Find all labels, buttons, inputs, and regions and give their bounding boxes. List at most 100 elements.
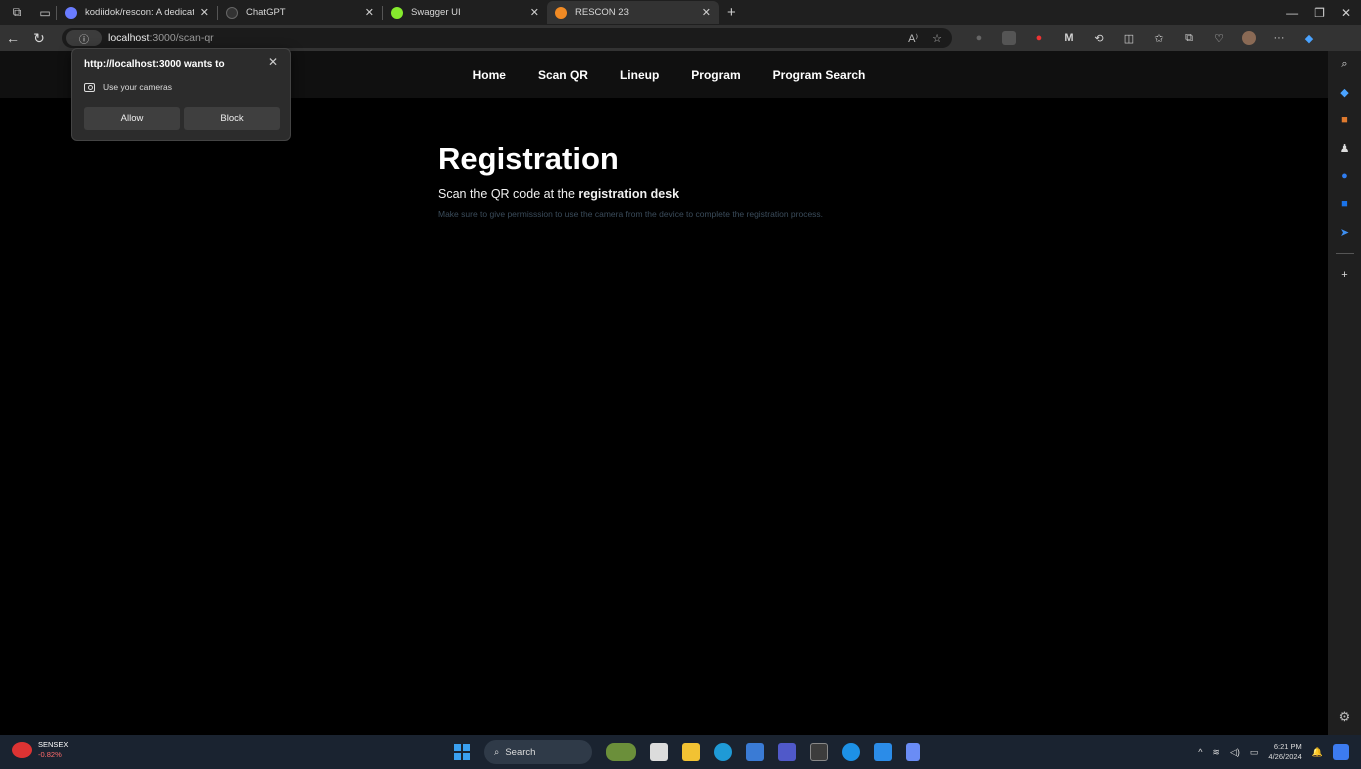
profile-avatar[interactable] [1242, 31, 1256, 45]
block-button[interactable]: Block [184, 107, 280, 130]
chevron-up-icon[interactable]: ^ [1198, 747, 1202, 757]
camera-permission-dialog: http://localhost:3000 wants to ✕ Use you… [71, 48, 291, 141]
close-window-icon[interactable]: ✕ [1341, 6, 1351, 20]
sidebar-divider [1335, 253, 1354, 254]
nav-scan-qr[interactable]: Scan QR [538, 68, 588, 82]
address-bar[interactable]: ⓘ localhost:3000/scan-qr A⁾ ☆ [62, 28, 952, 48]
system-tray: ^ ≋ ◁) ▭ 6:21 PM 4/26/2024 🔔 [1198, 739, 1349, 765]
close-tab-icon[interactable]: ✕ [702, 6, 711, 19]
close-tab-icon[interactable]: ✕ [200, 6, 209, 19]
close-icon[interactable]: ✕ [268, 55, 278, 69]
vscode-icon[interactable] [874, 743, 892, 761]
extensions-icon[interactable]: ⟲ [1092, 31, 1106, 45]
notepad-icon[interactable] [906, 743, 920, 761]
camera-icon [84, 82, 95, 92]
registration-section: Registration Scan the QR code at the reg… [438, 141, 823, 219]
sidebar-telegram-icon[interactable]: ➤ [1338, 225, 1352, 239]
sidebar-outlook-icon[interactable]: ■ [1338, 197, 1352, 211]
copilot-taskbar-icon[interactable] [1333, 744, 1349, 760]
edge-app-icon[interactable] [714, 743, 732, 761]
nav-home[interactable]: Home [473, 68, 506, 82]
window-controls: — ❐ ✕ [1286, 0, 1357, 25]
url-text[interactable]: localhost:3000/scan-qr [108, 32, 214, 44]
tab-chatgpt[interactable]: ChatGPT ✕ [218, 1, 382, 24]
taskbar-apps: ⌕ Search [454, 739, 920, 765]
battery-icon[interactable]: ▭ [1250, 747, 1259, 758]
wifi-icon[interactable]: ≋ [1212, 747, 1220, 758]
teams-icon[interactable] [778, 743, 796, 761]
clock-date: 4/26/2024 [1268, 752, 1302, 761]
volume-icon[interactable]: ◁) [1230, 747, 1240, 758]
sidebar-microsoft365-icon[interactable]: ● [1338, 169, 1352, 183]
stock-name: SENSEX [38, 740, 69, 749]
extension-icons: ● ● M ⟲ ◫ ✩ ⧉ ♡ ··· ◆ [972, 31, 1316, 45]
tab-title: Swagger UI [411, 7, 461, 18]
split-screen-icon[interactable]: ◫ [1122, 31, 1136, 45]
sidebar-games-icon[interactable]: ♟ [1338, 141, 1352, 155]
swagger-icon [391, 6, 403, 19]
extension-m-icon[interactable]: M [1062, 31, 1076, 45]
new-tab-icon[interactable]: + [727, 4, 736, 21]
sidebar-add-icon[interactable]: + [1338, 268, 1352, 282]
extension-disabled-icon[interactable]: ● [972, 31, 986, 45]
search-label: Search [505, 746, 536, 758]
extension-qr-icon[interactable] [1002, 31, 1016, 45]
tab-rescon[interactable]: RESCON 23 ✕ [547, 1, 719, 24]
permission-title: http://localhost:3000 wants to [84, 59, 225, 70]
stock-alert-icon [12, 742, 32, 758]
taskbar-search[interactable]: ⌕ Search [484, 740, 592, 764]
workspaces-icon[interactable]: ⧉ [6, 2, 28, 24]
close-tab-icon[interactable]: ✕ [365, 6, 374, 19]
edge-sidebar: ⌕ ◆ ■ ♟ ● ■ ➤ + ⚙ [1328, 51, 1361, 735]
tab-swagger[interactable]: Swagger UI ✕ [383, 1, 547, 24]
stock-widget[interactable]: SENSEX -0.82% [12, 740, 68, 760]
sidebar-search-icon[interactable]: ⌕ [1338, 57, 1352, 71]
github-icon [65, 6, 77, 19]
rescon-icon [555, 6, 567, 19]
task-view-icon[interactable] [650, 743, 668, 761]
tab-title: kodiidok/rescon: A dedicated pla [85, 7, 194, 18]
tab-actions-icon[interactable]: ▭ [34, 2, 56, 24]
notification-bell-icon[interactable]: 🔔 [1312, 747, 1323, 758]
collections-icon[interactable]: ⧉ [1182, 31, 1196, 45]
back-icon[interactable]: ← [0, 30, 26, 46]
docker-icon[interactable] [842, 743, 860, 761]
favorites-icon[interactable]: ✩ [1152, 31, 1166, 45]
browser-essentials-icon[interactable]: ♡ [1212, 31, 1226, 45]
file-explorer-icon[interactable] [682, 743, 700, 761]
url-host: localhost [108, 32, 150, 44]
windows-taskbar: SENSEX -0.82% ⌕ Search ^ ≋ ◁) ▭ 6:21 PM … [0, 735, 1361, 769]
refresh-icon[interactable]: ↻ [26, 30, 52, 47]
nav-lineup[interactable]: Lineup [620, 68, 659, 82]
screen: ⧉ ▭ kodiidok/rescon: A dedicated pla ✕ C… [0, 0, 1361, 769]
tab-github[interactable]: kodiidok/rescon: A dedicated pla ✕ [57, 1, 217, 24]
site-info-icon[interactable]: ⓘ [66, 30, 102, 46]
store-icon[interactable] [746, 743, 764, 761]
tab-title: ChatGPT [246, 7, 286, 18]
restore-icon[interactable]: ❐ [1314, 6, 1325, 20]
sidebar-settings-icon[interactable]: ⚙ [1339, 709, 1351, 725]
sidebar-tools-icon[interactable]: ■ [1338, 113, 1352, 127]
nav-program[interactable]: Program [691, 68, 740, 82]
start-icon[interactable] [454, 744, 470, 760]
page-title: Registration [438, 141, 619, 176]
favorite-star-icon[interactable]: ☆ [932, 32, 942, 45]
nav-program-search[interactable]: Program Search [773, 68, 866, 82]
registration-instruction: Scan the QR code at the registration des… [438, 187, 823, 201]
close-tab-icon[interactable]: ✕ [530, 6, 539, 19]
more-menu-icon[interactable]: ··· [1272, 31, 1286, 45]
sidebar-shopping-icon[interactable]: ◆ [1338, 85, 1352, 99]
extension-red-icon[interactable]: ● [1032, 31, 1046, 45]
terminal-icon[interactable] [810, 743, 828, 761]
omnibox-actions: A⁾ ☆ [908, 32, 952, 45]
clock-time: 6:21 PM [1273, 742, 1302, 751]
clock[interactable]: 6:21 PM 4/26/2024 [1268, 742, 1301, 762]
minimize-icon[interactable]: — [1286, 6, 1298, 20]
stock-change: -0.82% [38, 750, 62, 759]
permission-request-label: Use your cameras [103, 82, 172, 92]
chatgpt-icon [226, 6, 238, 19]
allow-button[interactable]: Allow [84, 107, 180, 130]
copilot-icon[interactable]: ◆ [1302, 31, 1316, 45]
search-highlight-icon[interactable] [606, 743, 636, 761]
read-aloud-icon[interactable]: A⁾ [908, 32, 918, 45]
